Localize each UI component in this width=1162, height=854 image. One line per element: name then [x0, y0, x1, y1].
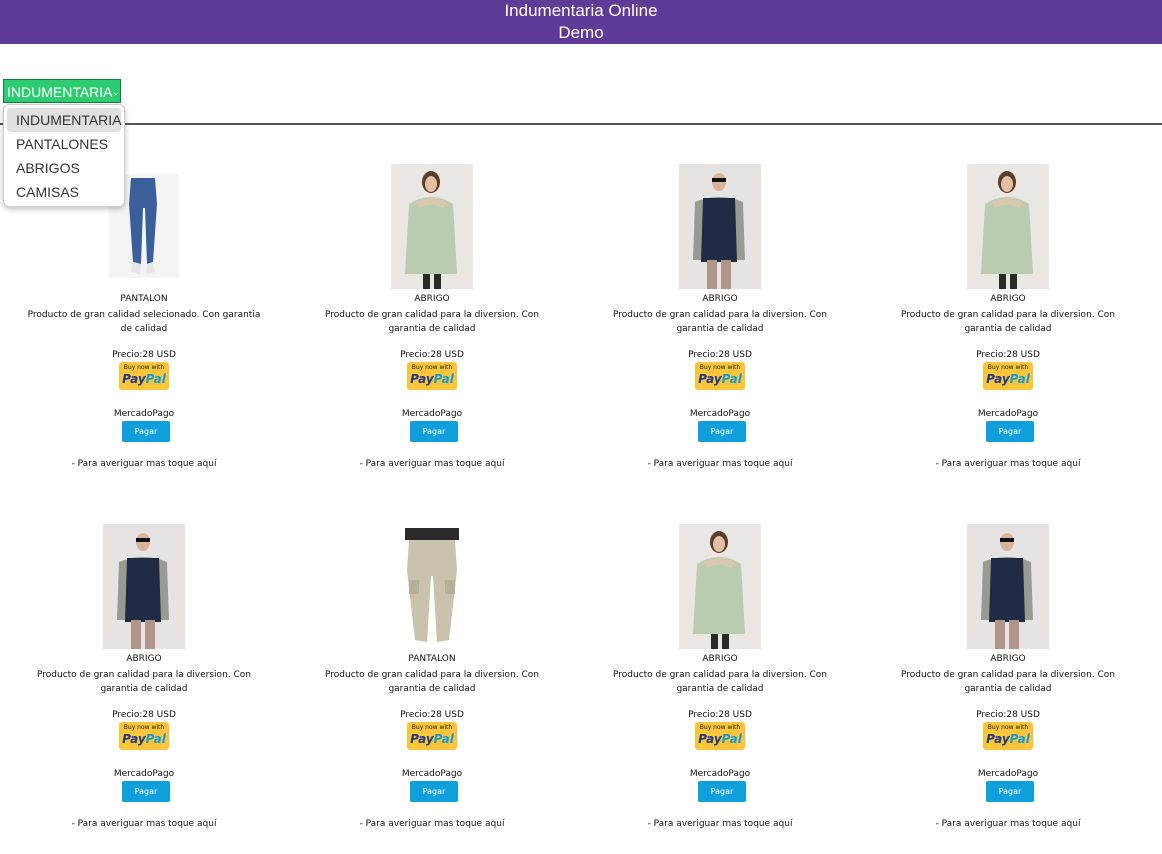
product-description: Producto de gran calidad para la diversi…	[37, 670, 251, 694]
product-price: Precio:28 USD	[400, 350, 464, 360]
more-info-link[interactable]: - Para averiguar mas toque aquí	[864, 819, 1152, 829]
product-card: ABRIGO Producto de gran calidad para la …	[288, 164, 576, 494]
paypal-logo: PayPal	[410, 732, 454, 746]
pay-button[interactable]: Pagar	[986, 781, 1034, 802]
product-price: Precio:28 USD	[400, 710, 464, 720]
paypal-caption: Buy now with	[699, 364, 741, 371]
paypal-logo: PayPal	[986, 372, 1030, 386]
paypal-logo: PayPal	[122, 372, 166, 386]
product-name: ABRIGO	[990, 654, 1026, 664]
product-name: ABRIGO	[126, 654, 162, 664]
product-name: PANTALON	[408, 654, 456, 664]
product-description: Producto de gran calidad para la diversi…	[325, 310, 539, 334]
paypal-logo: PayPal	[698, 732, 742, 746]
more-info-link[interactable]: - Para averiguar mas toque aquí	[864, 459, 1152, 469]
more-info-link[interactable]: - Para averiguar mas toque aquí	[0, 459, 288, 469]
paypal-caption: Buy now with	[411, 364, 453, 371]
product-image-navy-vest[interactable]	[967, 524, 1049, 649]
product-price: Precio:28 USD	[688, 710, 752, 720]
paypal-caption: Buy now with	[123, 724, 165, 731]
paypal-button[interactable]: Buy now with PayPal	[695, 722, 745, 750]
paypal-logo: PayPal	[410, 372, 454, 386]
product-card: PANTALON Producto de gran calidad para l…	[288, 524, 576, 854]
paypal-caption: Buy now with	[987, 364, 1029, 371]
more-info-link[interactable]: - Para averiguar mas toque aquí	[576, 459, 864, 469]
mercadopago-label: MercadoPago	[113, 409, 175, 419]
product-card: ABRIGO Producto de gran calidad para la …	[576, 164, 864, 494]
dropdown-option-pantalones[interactable]: PANTALONES	[7, 132, 121, 156]
pay-button[interactable]: Pagar	[122, 421, 170, 442]
product-card: ABRIGO Producto de gran calidad para la …	[576, 524, 864, 854]
category-select-value: INDUMENTARIA	[7, 84, 113, 100]
paypal-button[interactable]: Buy now with PayPal	[983, 362, 1033, 390]
paypal-logo: PayPal	[986, 732, 1030, 746]
product-card: ABRIGO Producto de gran calidad para la …	[864, 164, 1152, 494]
product-image-navy-vest[interactable]	[103, 524, 185, 649]
mercadopago-label: MercadoPago	[977, 409, 1039, 419]
pay-button[interactable]: Pagar	[986, 421, 1034, 442]
site-header: Indumentaria Online Demo	[0, 0, 1162, 44]
product-description: Producto de gran calidad selecionado. Co…	[27, 310, 261, 334]
product-image-green-jacket[interactable]	[967, 164, 1049, 289]
dropdown-option-indumentaria[interactable]: INDUMENTARIA	[7, 108, 122, 132]
mercadopago-label: MercadoPago	[401, 409, 463, 419]
product-description: Producto de gran calidad para la diversi…	[613, 670, 827, 694]
paypal-caption: Buy now with	[411, 724, 453, 731]
product-name: ABRIGO	[702, 294, 738, 304]
product-description: Producto de gran calidad para la diversi…	[901, 310, 1115, 334]
divider	[0, 123, 1162, 125]
product-name: ABRIGO	[990, 294, 1026, 304]
more-info-link[interactable]: - Para averiguar mas toque aquí	[288, 459, 576, 469]
more-info-link[interactable]: - Para averiguar mas toque aquí	[576, 819, 864, 829]
dropdown-option-abrigos[interactable]: ABRIGOS	[7, 156, 121, 180]
dropdown-option-camisas[interactable]: CAMISAS	[7, 180, 121, 204]
product-card: ABRIGO Producto de gran calidad para la …	[864, 524, 1152, 854]
more-info-link[interactable]: - Para averiguar mas toque aquí	[0, 819, 288, 829]
product-price: Precio:28 USD	[112, 710, 176, 720]
product-name: ABRIGO	[414, 294, 450, 304]
paypal-button[interactable]: Buy now with PayPal	[119, 722, 169, 750]
pay-button[interactable]: Pagar	[698, 421, 746, 442]
product-price: Precio:28 USD	[112, 350, 176, 360]
mercadopago-label: MercadoPago	[689, 409, 751, 419]
mercadopago-label: MercadoPago	[113, 769, 175, 779]
product-description: Producto de gran calidad para la diversi…	[613, 310, 827, 334]
product-image-navy-vest[interactable]	[679, 164, 761, 289]
product-description: Producto de gran calidad para la diversi…	[901, 670, 1115, 694]
pay-button[interactable]: Pagar	[410, 421, 458, 442]
product-price: Precio:28 USD	[688, 350, 752, 360]
product-price: Precio:28 USD	[976, 710, 1040, 720]
paypal-caption: Buy now with	[123, 364, 165, 371]
paypal-button[interactable]: Buy now with PayPal	[119, 362, 169, 390]
category-select[interactable]: INDUMENTARIA⌄	[3, 79, 121, 103]
paypal-button[interactable]: Buy now with PayPal	[983, 722, 1033, 750]
paypal-button[interactable]: Buy now with PayPal	[695, 362, 745, 390]
category-dropdown-menu: INDUMENTARIA PANTALONES ABRIGOS CAMISAS	[3, 104, 125, 207]
paypal-caption: Buy now with	[699, 724, 741, 731]
product-name: PANTALON	[120, 294, 168, 304]
mercadopago-label: MercadoPago	[977, 769, 1039, 779]
paypal-button[interactable]: Buy now with PayPal	[407, 722, 457, 750]
product-price: Precio:28 USD	[976, 350, 1040, 360]
product-image-green-jacket[interactable]	[679, 524, 761, 649]
product-card: ABRIGO Producto de gran calidad para la …	[0, 524, 288, 854]
paypal-caption: Buy now with	[987, 724, 1029, 731]
product-card: PANTALON Producto de gran calidad seleci…	[0, 164, 288, 494]
site-title-line1: Indumentaria Online	[504, 1, 658, 20]
product-description: Producto de gran calidad para la diversi…	[325, 670, 539, 694]
chevron-down-icon: ⌄	[112, 88, 120, 97]
paypal-logo: PayPal	[122, 732, 166, 746]
pay-button[interactable]: Pagar	[410, 781, 458, 802]
pay-button[interactable]: Pagar	[122, 781, 170, 802]
mercadopago-label: MercadoPago	[689, 769, 751, 779]
product-image-green-jacket[interactable]	[391, 164, 473, 289]
site-title-line2: Demo	[558, 23, 604, 42]
mercadopago-label: MercadoPago	[401, 769, 463, 779]
paypal-logo: PayPal	[698, 372, 742, 386]
pay-button[interactable]: Pagar	[698, 781, 746, 802]
paypal-button[interactable]: Buy now with PayPal	[407, 362, 457, 390]
more-info-link[interactable]: - Para averiguar mas toque aquí	[288, 819, 576, 829]
product-image-cargo-pants[interactable]	[391, 524, 473, 649]
product-name: ABRIGO	[702, 654, 738, 664]
